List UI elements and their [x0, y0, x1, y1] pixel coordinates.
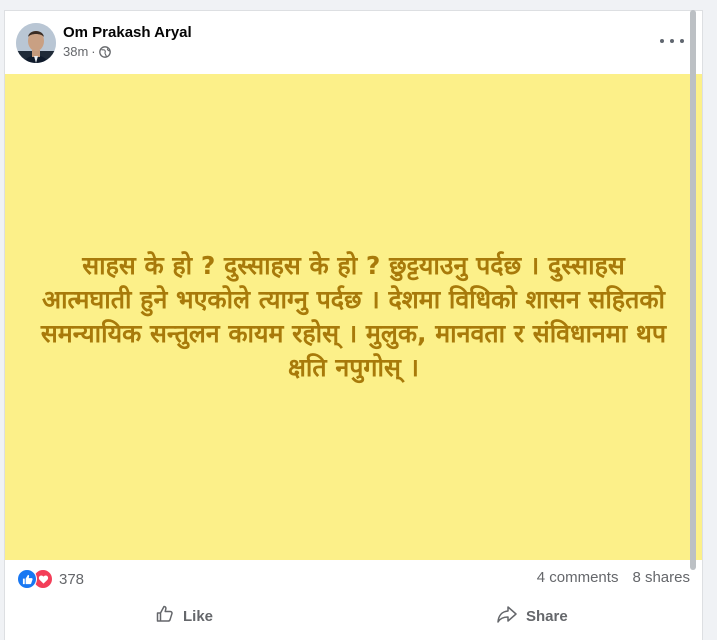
post-text: साहस के हो ? दुस्साहस के हो ? छुट्टयाउनु… [40, 251, 667, 382]
scrollbar-thumb[interactable] [690, 10, 696, 570]
feed-viewport: Om Prakash Aryal 38m · साहस के हो ? दुस्… [0, 0, 717, 640]
post-author-name[interactable]: Om Prakash Aryal [63, 24, 192, 41]
post-actions: Like Share [5, 596, 702, 636]
post-meta: 38m · [63, 44, 111, 59]
post-timestamp[interactable]: 38m [63, 44, 88, 59]
thumbs-up-icon [155, 604, 175, 628]
globe-icon[interactable] [98, 45, 111, 58]
reaction-icons [17, 569, 57, 589]
post-background: साहस के हो ? दुस्साहस के हो ? छुट्टयाउनु… [5, 74, 702, 560]
share-button[interactable]: Share [361, 604, 702, 628]
comments-count[interactable]: 4 comments [537, 569, 619, 586]
share-arrow-icon [496, 604, 518, 628]
meta-separator: · [91, 44, 96, 59]
scrollbar[interactable] [689, 10, 697, 570]
like-button[interactable]: Like [5, 604, 361, 628]
dot [670, 39, 674, 43]
shares-count[interactable]: 8 shares [632, 569, 690, 586]
post-header: Om Prakash Aryal 38m · [5, 11, 702, 75]
dot [660, 39, 664, 43]
reaction-count[interactable]: 378 [59, 571, 84, 588]
more-options-icon[interactable] [660, 33, 684, 49]
avatar-image [16, 23, 56, 63]
post-stats: 4 comments 8 shares [537, 569, 690, 586]
dot [680, 39, 684, 43]
reactions-summary[interactable]: 378 [17, 569, 84, 589]
share-label: Share [526, 607, 568, 625]
like-label: Like [183, 607, 214, 625]
post-card: Om Prakash Aryal 38m · साहस के हो ? दुस्… [4, 10, 703, 640]
avatar[interactable] [16, 23, 56, 63]
like-icon [17, 569, 37, 589]
